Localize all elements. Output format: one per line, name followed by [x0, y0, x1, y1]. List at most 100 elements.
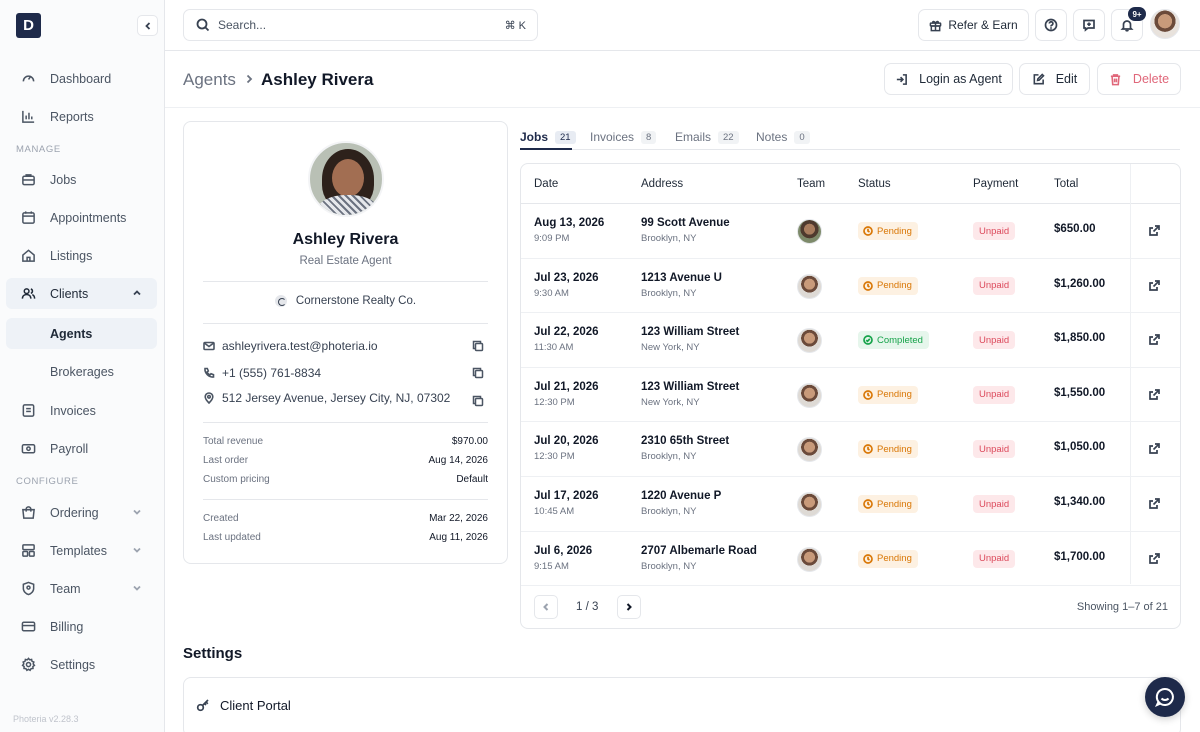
sidebar-item-listings[interactable]: Listings — [6, 240, 157, 271]
stat-total-revenue: Total revenue $970.00 — [203, 436, 488, 447]
sidebar-item-label: Agents — [50, 326, 93, 341]
payment-badge: Unpaid — [973, 549, 1016, 568]
job-city: Brooklyn, NY — [641, 287, 697, 299]
stat-label: Total revenue — [203, 436, 264, 447]
tab-jobs[interactable]: Jobs 21 — [520, 125, 576, 149]
table-row[interactable]: Jul 23, 2026 9:30 AM 1213 Avenue U Brook… — [521, 259, 1180, 314]
column-header-team[interactable]: Team — [797, 178, 825, 190]
sidebar-subitem-brokerages[interactable]: Brokerages — [6, 356, 157, 387]
sidebar-item-billing[interactable]: Billing — [6, 611, 157, 642]
open-external-icon[interactable] — [1148, 552, 1161, 565]
sidebar-item-invoices[interactable]: Invoices — [6, 395, 157, 426]
sidebar-item-ordering[interactable]: Ordering — [6, 497, 157, 528]
job-address[interactable]: 2310 65th Street — [641, 435, 729, 447]
clock-icon — [863, 444, 873, 455]
sidebar-item-reports[interactable]: Reports — [6, 101, 157, 132]
shield-icon — [20, 581, 36, 597]
team-avatar — [797, 492, 822, 517]
login-as-agent-button[interactable]: Login as Agent — [884, 63, 1013, 95]
edit-button[interactable]: Edit — [1019, 63, 1090, 95]
sidebar-item-payroll[interactable]: Payroll — [6, 433, 157, 464]
section-label-configure: CONFIGURE — [16, 476, 79, 487]
job-address[interactable]: 123 William Street — [641, 381, 739, 393]
tab-notes[interactable]: Notes 0 — [756, 125, 810, 149]
jobs-table: Date Address Team Status Payment Total A… — [520, 163, 1181, 629]
app-logo[interactable]: D — [16, 13, 41, 38]
stat-value: Aug 14, 2026 — [428, 455, 489, 466]
client-portal-card[interactable]: Client Portal — [183, 677, 1181, 732]
job-address[interactable]: 1213 Avenue U — [641, 272, 722, 284]
search-box[interactable]: ⌘ K — [183, 9, 538, 41]
open-external-icon[interactable] — [1148, 224, 1161, 237]
chat-support-button[interactable] — [1145, 677, 1185, 717]
status-badge: Pending — [858, 440, 918, 459]
sidebar-item-settings[interactable]: Settings — [6, 649, 157, 680]
pagination-prev-button[interactable] — [534, 595, 558, 619]
table-row[interactable]: Jul 21, 2026 12:30 PM 123 William Street… — [521, 368, 1180, 423]
open-external-icon[interactable] — [1148, 388, 1161, 401]
table-row[interactable]: Jul 17, 2026 10:45 AM 1220 Avenue P Broo… — [521, 477, 1180, 532]
sidebar-item-team[interactable]: Team — [6, 573, 157, 604]
team-avatar — [797, 273, 822, 299]
column-header-address[interactable]: Address — [641, 178, 683, 190]
open-external-icon[interactable] — [1148, 442, 1161, 455]
open-external-icon[interactable] — [1148, 279, 1161, 292]
tab-invoices[interactable]: Invoices 8 — [590, 125, 657, 149]
topbar: ⌘ K Refer & Earn 9+ — [165, 0, 1200, 51]
column-header-payment[interactable]: Payment — [973, 178, 1018, 190]
tab-count-badge: 22 — [718, 130, 739, 144]
table-row[interactable]: Jul 22, 2026 11:30 AM 123 William Street… — [521, 313, 1180, 368]
table-row[interactable]: Jul 6, 2026 9:15 AM 2707 Albemarle Road … — [521, 532, 1180, 587]
breadcrumb-agents[interactable]: Agents — [183, 70, 236, 90]
column-header-status[interactable]: Status — [858, 178, 891, 190]
pagination-next-button[interactable] — [617, 595, 641, 619]
agent-tabs: Jobs 21 Invoices 8 Emails 22 Notes 0 — [520, 120, 1180, 150]
sidebar-subitem-agents[interactable]: Agents — [6, 318, 157, 349]
divider — [203, 422, 488, 423]
table-row[interactable]: Jul 20, 2026 12:30 PM 2310 65th Street B… — [521, 422, 1180, 477]
copy-address-icon[interactable] — [472, 395, 484, 407]
agent-company[interactable]: Cornerstone Realty Co. — [184, 295, 507, 307]
stat-value: Default — [456, 474, 488, 485]
status-badge: Pending — [858, 276, 918, 295]
job-total: $1,340.00 — [1054, 496, 1106, 508]
delete-button[interactable]: Delete — [1097, 63, 1181, 95]
job-address[interactable]: 1220 Avenue P — [641, 490, 721, 502]
clock-icon — [863, 389, 873, 400]
sidebar-item-label: Billing — [50, 619, 84, 634]
sidebar-item-templates[interactable]: Templates — [6, 535, 157, 566]
search-input[interactable] — [218, 18, 505, 32]
tab-count-badge: 0 — [794, 130, 810, 144]
help-button[interactable] — [1035, 9, 1067, 41]
agent-phone-row: +1 (555) 761-8834 — [203, 365, 488, 381]
job-address[interactable]: 99 Scott Avenue — [641, 217, 730, 229]
status-text: Pending — [877, 443, 912, 455]
status-badge: Completed — [858, 331, 929, 350]
copy-email-icon[interactable] — [472, 340, 484, 352]
sidebar-item-jobs[interactable]: Jobs — [6, 164, 157, 195]
sidebar-item-appointments[interactable]: Appointments — [6, 202, 157, 233]
job-city: Brooklyn, NY — [641, 560, 697, 572]
collapse-sidebar-button[interactable] — [137, 15, 158, 36]
agent-email: ashleyrivera.test@photeria.io — [222, 339, 378, 353]
status-text: Pending — [877, 498, 912, 510]
chat-icon — [1154, 687, 1174, 707]
job-address[interactable]: 123 William Street — [641, 326, 739, 338]
gear-icon — [20, 657, 36, 673]
sidebar-item-dashboard[interactable]: Dashboard — [6, 63, 157, 94]
open-external-icon[interactable] — [1148, 333, 1161, 346]
open-external-icon[interactable] — [1148, 497, 1161, 510]
column-header-total[interactable]: Total — [1054, 178, 1078, 190]
job-address[interactable]: 2707 Albemarle Road — [641, 545, 757, 557]
tab-emails[interactable]: Emails 22 — [675, 125, 739, 149]
refer-earn-button[interactable]: Refer & Earn — [918, 9, 1029, 41]
column-header-date[interactable]: Date — [534, 178, 558, 190]
user-avatar[interactable] — [1150, 9, 1180, 39]
job-total: $1,050.00 — [1054, 441, 1106, 454]
job-total: $1,700.00 — [1054, 550, 1106, 563]
copy-phone-icon[interactable] — [472, 367, 484, 379]
sidebar-item-clients[interactable]: Clients — [6, 278, 157, 309]
job-date: Jul 22, 2026 — [534, 326, 599, 339]
feedback-button[interactable] — [1073, 9, 1105, 41]
table-row[interactable]: Aug 13, 2026 9:09 PM 99 Scott Avenue Bro… — [521, 204, 1180, 259]
